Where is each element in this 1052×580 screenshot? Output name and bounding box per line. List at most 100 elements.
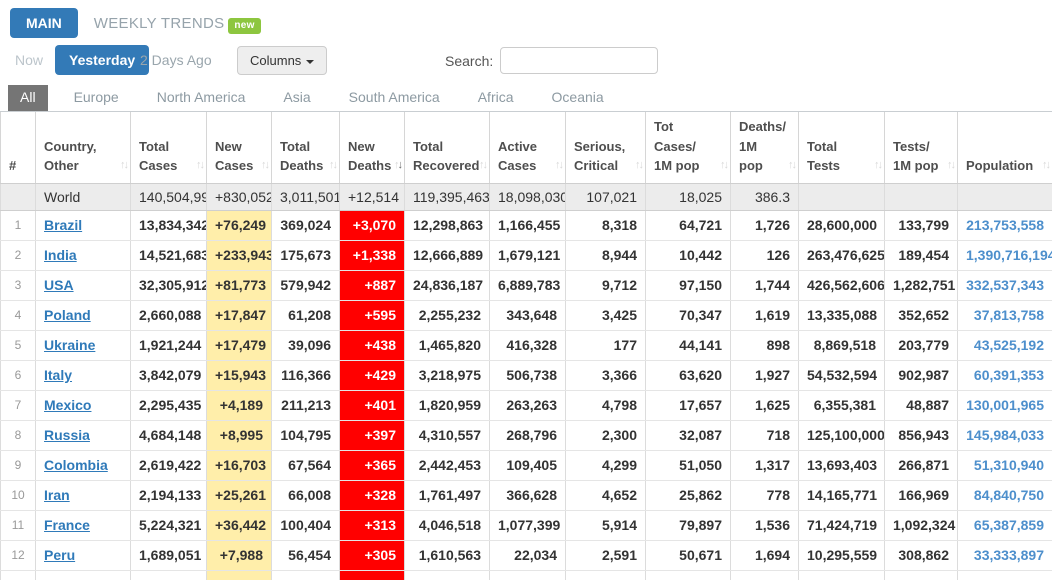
search-label: Search: <box>445 52 494 69</box>
col-header-label: Tot Cases/1M pop <box>654 119 700 173</box>
country-link[interactable]: Mexico <box>44 397 91 413</box>
country-link[interactable]: France <box>44 517 90 533</box>
cell-total_recovered: 1,761,497 <box>404 480 490 511</box>
continent-tab-oceania[interactable]: Oceania <box>540 85 616 111</box>
cell-rank: 1 <box>0 210 36 241</box>
cell-tests_1m_pop: 166,969 <box>884 480 958 511</box>
col-header-total_tests[interactable]: Total Tests ↑↓ <box>798 112 885 184</box>
col-header-tot_cases_1m_pop[interactable]: Tot Cases/1M pop ↑↓ <box>645 112 731 184</box>
columns-label: Columns <box>250 53 302 68</box>
cell-new_cases: +8,995 <box>206 420 272 451</box>
cell-deaths_1m_pop: 898 <box>730 330 799 361</box>
cell-serious_critical: 4,299 <box>565 450 646 481</box>
cell-total_recovered: 12,298,863 <box>404 210 490 241</box>
cell-tests_1m_pop: 189,454 <box>884 240 958 271</box>
country-link[interactable]: Russia <box>44 427 90 443</box>
tab-weekly-trends[interactable]: WEEKLY TRENDS new <box>78 8 267 34</box>
cell-active_cases: 416,328 <box>489 330 566 361</box>
tab-main[interactable]: MAIN <box>10 8 78 38</box>
population-link[interactable]: 1,390,716,194 <box>966 247 1052 263</box>
cell-total_tests <box>798 183 885 211</box>
sort-icon: ↑↓ <box>1042 159 1051 171</box>
population-link[interactable]: 51,310,940 <box>974 457 1044 473</box>
population-link[interactable]: 33,333,897 <box>974 547 1044 563</box>
filter-now[interactable]: Now <box>15 52 43 68</box>
cell-serious_critical: 3,425 <box>565 300 646 331</box>
country-link[interactable]: India <box>44 247 77 263</box>
cell-serious_critical: 8,944 <box>565 240 646 271</box>
continent-tab-south-america[interactable]: South America <box>337 85 452 111</box>
search-input[interactable] <box>500 47 659 74</box>
population-link[interactable]: 145,984,033 <box>966 427 1044 443</box>
population-link[interactable]: 130,001,965 <box>966 397 1044 413</box>
country-link[interactable]: Colombia <box>44 457 108 473</box>
filter-2-days-ago[interactable]: 2 Days Ago <box>140 52 212 68</box>
population-link[interactable]: 37,813,758 <box>974 307 1044 323</box>
col-header-total_recovered[interactable]: Total Recovered ↑↓ <box>404 112 490 184</box>
cell-active_cases: 1,077,399 <box>489 510 566 541</box>
col-header-total_cases[interactable]: Total Cases ↑↓ <box>130 112 207 184</box>
cell-rank: 10 <box>0 480 36 511</box>
cell-total_recovered: 1,610,563 <box>404 540 490 571</box>
cell-tot_cases_1m_pop: 10,442 <box>645 240 731 271</box>
cell-deaths_1m_pop: 718 <box>730 420 799 451</box>
cell-total_cases: 4,150,039 <box>130 570 207 580</box>
cell-tot_cases_1m_pop: 64,721 <box>645 210 731 241</box>
continent-tab-asia[interactable]: Asia <box>271 85 322 111</box>
cell-total_deaths: 56,454 <box>271 540 340 571</box>
col-header-label: Tests/1M pop <box>893 138 939 174</box>
cell-serious_critical: 2,591 <box>565 540 646 571</box>
country-link[interactable]: USA <box>44 277 74 293</box>
col-header-active_cases[interactable]: Active Cases ↑↓ <box>489 112 566 184</box>
continent-tab-all[interactable]: All <box>8 85 48 111</box>
col-header-country[interactable]: Country, Other ↑↓ <box>35 112 131 184</box>
cell-population: 43,525,192 <box>957 330 1052 361</box>
cell-deaths_1m_pop: 1,536 <box>730 510 799 541</box>
country-link[interactable]: Brazil <box>44 217 82 233</box>
cell-new_deaths: +3,070 <box>339 210 405 241</box>
cell-tests_1m_pop: 1,092,324 <box>884 510 958 541</box>
country-link[interactable]: Ukraine <box>44 337 95 353</box>
table-row-france: 11 France 5,224,321 +36,442 100,404 +313 4,046… <box>0 510 1052 541</box>
cell-total_cases: 4,684,148 <box>130 420 207 451</box>
cell-tot_cases_1m_pop: 50,671 <box>645 540 731 571</box>
cell-new_cases: +4,189 <box>206 390 272 421</box>
population-link[interactable]: 84,840,750 <box>974 487 1044 503</box>
country-link[interactable]: Poland <box>44 307 91 323</box>
cell-serious_critical: 177 <box>565 330 646 361</box>
cell-tests_1m_pop: 133,799 <box>884 210 958 241</box>
col-header-population[interactable]: Population ↑↓ <box>957 112 1052 184</box>
col-header-tests_1m_pop[interactable]: Tests/1M pop ↑↓ <box>884 112 958 184</box>
col-header-new_deaths[interactable]: New Deaths ↑↓ <box>339 112 405 184</box>
population-link[interactable]: 332,537,343 <box>966 277 1044 293</box>
cell-new_deaths: +365 <box>339 450 405 481</box>
col-header-new_cases[interactable]: New Cases ↑↓ <box>206 112 272 184</box>
continent-tab-europe[interactable]: Europe <box>62 85 131 111</box>
cell-total_cases: 3,842,079 <box>130 360 207 391</box>
cell-total_cases: 32,305,912 <box>130 270 207 301</box>
columns-dropdown-button[interactable]: Columns <box>237 46 328 75</box>
col-header-total_deaths[interactable]: Total Deaths ↑↓ <box>271 112 340 184</box>
cell-total_deaths: 35,320 <box>271 570 340 580</box>
cell-new_cases: +15,943 <box>206 360 272 391</box>
continent-tab-north-america[interactable]: North America <box>145 85 258 111</box>
population-link[interactable]: 65,387,859 <box>974 517 1044 533</box>
population-link[interactable]: 213,753,558 <box>966 217 1044 233</box>
cell-new_cases: +76,249 <box>206 210 272 241</box>
cell-rank: 13 <box>0 570 36 580</box>
population-link[interactable]: 43,525,192 <box>974 337 1044 353</box>
col-header-deaths_1m_pop[interactable]: Deaths/1M pop ↑↓ <box>730 112 799 184</box>
top-tab-bar: MAIN WEEKLY TRENDS new <box>0 0 1052 38</box>
filter-yesterday[interactable]: Yesterday <box>55 45 150 75</box>
table-row-ukraine: 5 Ukraine 1,921,244 +17,479 39,096 +438 1,465,… <box>0 330 1052 361</box>
continent-tab-africa[interactable]: Africa <box>466 85 526 111</box>
country-link[interactable]: Iran <box>44 487 70 503</box>
population-link[interactable]: 60,391,353 <box>974 367 1044 383</box>
cell-serious_critical: 3,205 <box>565 570 646 580</box>
col-header-label: Total Cases <box>139 138 178 174</box>
cell-population: 65,387,859 <box>957 510 1052 541</box>
col-header-serious_critical[interactable]: Serious, Critical ↑↓ <box>565 112 646 184</box>
country-link[interactable]: Italy <box>44 367 72 383</box>
country-link[interactable]: Peru <box>44 547 75 563</box>
cell-total_cases: 2,619,422 <box>130 450 207 481</box>
